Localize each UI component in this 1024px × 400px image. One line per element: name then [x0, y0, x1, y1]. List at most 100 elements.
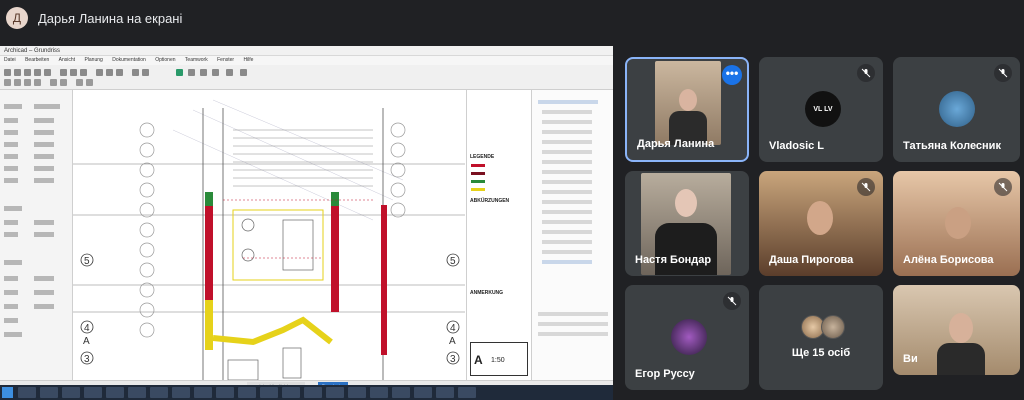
tool-icon[interactable] — [70, 69, 77, 76]
tool-icon[interactable] — [4, 69, 11, 76]
tool-icon[interactable] — [226, 69, 233, 76]
tool-item[interactable] — [34, 276, 54, 281]
tool-item[interactable] — [34, 290, 54, 295]
tool-icon[interactable] — [34, 79, 41, 86]
navigator-item[interactable] — [542, 260, 592, 264]
menu-item[interactable]: Ansicht — [59, 57, 75, 63]
tool-icon[interactable] — [14, 79, 21, 86]
taskbar-app-icon[interactable] — [150, 387, 168, 398]
tool-item[interactable] — [4, 318, 18, 323]
taskbar-app-icon[interactable] — [458, 387, 476, 398]
menu-item[interactable]: Planung — [84, 57, 102, 63]
navigator-item[interactable] — [542, 160, 592, 164]
navigator-item[interactable] — [542, 250, 592, 254]
navigator-panel[interactable] — [531, 90, 613, 380]
navigator-item[interactable] — [538, 332, 608, 336]
more-participants-tile[interactable]: Ще 15 осіб — [759, 285, 883, 390]
tool-item[interactable] — [4, 130, 18, 135]
participant-tile[interactable]: Настя Бондар — [625, 171, 749, 276]
navigator-item[interactable] — [542, 220, 592, 224]
tool-icon[interactable] — [34, 69, 41, 76]
taskbar-app-icon[interactable] — [326, 387, 344, 398]
taskbar-app-icon[interactable] — [194, 387, 212, 398]
taskbar-app-icon[interactable] — [370, 387, 388, 398]
tool-icon[interactable] — [86, 79, 93, 86]
tool-icon[interactable] — [212, 69, 219, 76]
taskbar-app-icon[interactable] — [106, 387, 124, 398]
taskbar-app-icon[interactable] — [282, 387, 300, 398]
shared-screen[interactable]: Archicad – Grundriss Datei Bearbeiten An… — [0, 46, 613, 400]
menu-item[interactable]: Fenster — [217, 57, 234, 63]
tool-item[interactable] — [4, 276, 18, 281]
tool-icon[interactable] — [200, 69, 207, 76]
tool-icon[interactable] — [106, 69, 113, 76]
taskbar-app-icon[interactable] — [260, 387, 278, 398]
menu-item[interactable]: Datei — [4, 57, 16, 63]
tool-item[interactable] — [34, 104, 60, 109]
tool-item[interactable] — [4, 304, 18, 309]
menu-item[interactable]: Bearbeiten — [25, 57, 49, 63]
tool-item[interactable] — [4, 260, 22, 265]
taskbar-app-icon[interactable] — [84, 387, 102, 398]
tool-icon[interactable] — [60, 69, 67, 76]
start-icon[interactable] — [2, 387, 13, 398]
menu-item[interactable]: Optionen — [155, 57, 175, 63]
taskbar-app-icon[interactable] — [62, 387, 80, 398]
tool-item[interactable] — [4, 142, 18, 147]
taskbar-app-icon[interactable] — [238, 387, 256, 398]
participant-tile[interactable]: ••• Дарья Ланина — [625, 57, 749, 162]
floor-plan-canvas[interactable]: 5 4 A 3 5 4 A 3 — [73, 90, 465, 381]
participant-tile[interactable]: Егор Руссу — [625, 285, 749, 390]
participant-tile[interactable]: Татьяна Колесник — [893, 57, 1020, 162]
participant-tile[interactable]: Даша Пирогова — [759, 171, 883, 276]
navigator-item[interactable] — [542, 180, 592, 184]
tool-item[interactable] — [4, 290, 18, 295]
navigator-item[interactable] — [542, 240, 592, 244]
tool-item[interactable] — [34, 178, 54, 183]
taskbar-app-icon[interactable] — [436, 387, 454, 398]
navigator-item[interactable] — [542, 190, 592, 194]
taskbar-app-icon[interactable] — [40, 387, 58, 398]
taskbar-app-icon[interactable] — [128, 387, 146, 398]
tool-item[interactable] — [34, 220, 54, 225]
tool-item[interactable] — [34, 154, 54, 159]
tool-item[interactable] — [34, 166, 54, 171]
taskbar-app-icon[interactable] — [172, 387, 190, 398]
taskbar-app-icon[interactable] — [304, 387, 322, 398]
tool-item[interactable] — [4, 178, 18, 183]
navigator-item[interactable] — [542, 150, 592, 154]
participant-tile[interactable]: Алёна Борисова — [893, 171, 1020, 276]
menu-item[interactable]: Teamwork — [185, 57, 208, 63]
navigator-item[interactable] — [542, 230, 592, 234]
taskbar-app-icon[interactable] — [216, 387, 234, 398]
navigator-item[interactable] — [542, 170, 592, 174]
tool-item[interactable] — [4, 206, 22, 211]
tool-item[interactable] — [4, 166, 18, 171]
tool-icon[interactable] — [240, 69, 247, 76]
tool-item[interactable] — [4, 118, 18, 123]
navigator-item[interactable] — [542, 200, 592, 204]
tool-icon[interactable] — [132, 69, 139, 76]
navigator-item[interactable] — [542, 120, 592, 124]
tool-item[interactable] — [4, 154, 18, 159]
navigator-item[interactable] — [538, 312, 608, 316]
tool-icon[interactable] — [44, 69, 51, 76]
tool-icon[interactable] — [116, 69, 123, 76]
participant-tile[interactable]: Ви — [893, 285, 1020, 375]
tool-icon[interactable] — [14, 69, 21, 76]
taskbar-app-icon[interactable] — [348, 387, 366, 398]
tool-icon[interactable] — [50, 79, 57, 86]
tool-item[interactable] — [4, 104, 22, 109]
tool-icon[interactable] — [176, 69, 183, 76]
tool-item[interactable] — [34, 304, 54, 309]
menu-item[interactable]: Dokumentation — [112, 57, 146, 63]
more-options-icon[interactable]: ••• — [722, 65, 742, 85]
navigator-item[interactable] — [542, 210, 592, 214]
navigator-item[interactable] — [542, 110, 592, 114]
tool-icon[interactable] — [24, 79, 31, 86]
tool-item[interactable] — [34, 130, 54, 135]
tool-icon[interactable] — [96, 69, 103, 76]
participant-tile[interactable]: VL LV Vladosic L — [759, 57, 883, 162]
tool-item[interactable] — [4, 220, 18, 225]
tool-item[interactable] — [34, 118, 54, 123]
